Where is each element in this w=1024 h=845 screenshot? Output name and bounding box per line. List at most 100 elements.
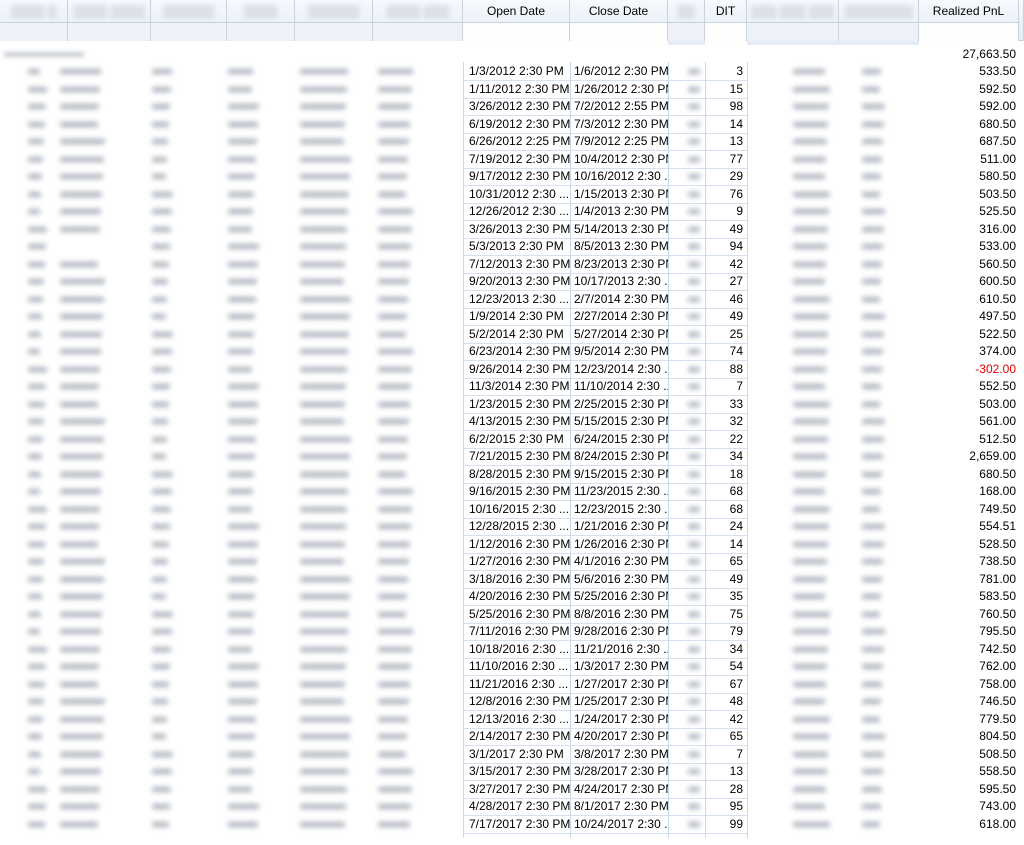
close-date-cell[interactable]: 4/1/2016 2:30 PM bbox=[571, 553, 668, 571]
realized-pnl-cell[interactable]: 316.00 bbox=[920, 221, 1017, 239]
close-date-cell[interactable]: 2/27/2014 2:30 PM bbox=[571, 308, 668, 326]
close-date-cell[interactable]: 9/5/2014 2:30 PM bbox=[571, 343, 668, 361]
close-date-cell[interactable]: 5/27/2014 2:30 PM bbox=[571, 326, 668, 344]
open-date-cell[interactable]: 9/20/2013 2:30 PM bbox=[464, 273, 570, 291]
column-header-dit[interactable]: DIT bbox=[705, 0, 747, 41]
dit-cell[interactable]: 27 bbox=[706, 273, 747, 291]
close-date-cell[interactable]: 10/4/2012 2:30 PM bbox=[571, 151, 668, 169]
filter-cell[interactable] bbox=[227, 22, 294, 41]
dit-cell[interactable]: 49 bbox=[706, 221, 747, 239]
open-date-cell[interactable]: 1/12/2016 2:30 PM bbox=[464, 536, 570, 554]
realized-pnl-cell[interactable]: 592.00 bbox=[920, 98, 1017, 116]
realized-pnl-cell[interactable]: 503.00 bbox=[920, 396, 1017, 414]
realized-pnl-cell[interactable]: 533.00 bbox=[920, 238, 1017, 256]
open-date-cell[interactable]: 1/9/2014 2:30 PM bbox=[464, 308, 570, 326]
open-date-cell[interactable]: 4/13/2015 2:30 PM bbox=[464, 413, 570, 431]
dit-cell[interactable]: 95 bbox=[706, 798, 747, 816]
column-header-open-date[interactable]: Open Date bbox=[463, 0, 570, 41]
filter-cell[interactable] bbox=[373, 22, 462, 41]
dit-cell[interactable]: 68 bbox=[706, 501, 747, 519]
open-date-cell[interactable]: 2/14/2017 2:30 PM bbox=[464, 728, 570, 746]
open-date-cell[interactable]: 12/23/2013 2:30 ... bbox=[464, 291, 570, 309]
open-date-cell[interactable]: 9/17/2012 2:30 PM bbox=[464, 168, 570, 186]
close-date-cell[interactable]: 11/10/2014 2:30 ... bbox=[571, 378, 668, 396]
dit-cell[interactable]: 34 bbox=[706, 641, 747, 659]
open-date-cell[interactable]: 6/26/2012 2:25 PM bbox=[464, 133, 570, 151]
dit-cell[interactable]: 99 bbox=[706, 816, 747, 834]
open-date-cell[interactable]: 7/11/2016 2:30 PM bbox=[464, 623, 570, 641]
table-row[interactable]: 10/16/2015 2:30 ... 12/23/2015 2:30 ... 68… bbox=[0, 501, 1024, 519]
realized-pnl-cell[interactable]: 552.50 bbox=[920, 378, 1017, 396]
realized-pnl-cell[interactable]: 533.50 bbox=[920, 63, 1017, 81]
close-date-cell[interactable]: 7/3/2012 2:30 PM bbox=[571, 116, 668, 134]
close-date-cell[interactable]: 1/24/2017 2:30 PM bbox=[571, 711, 668, 729]
column-header-max-risk[interactable]: ░░░ ░░░ ░░░ bbox=[747, 0, 839, 41]
table-row[interactable]: 1/11/2012 2:30 PM 1/26/2012 2:30 PM 15 592.… bbox=[0, 81, 1024, 99]
dit-cell[interactable]: 7 bbox=[706, 378, 747, 396]
filter-cell[interactable] bbox=[295, 22, 372, 41]
close-date-cell[interactable]: 1/21/2016 2:30 PM bbox=[571, 518, 668, 536]
table-row[interactable]: 3/1/2017 2:30 PM 3/8/2017 2:30 PM 7 508.50 bbox=[0, 746, 1024, 764]
close-date-cell[interactable]: 11/21/2016 2:30 ... bbox=[571, 641, 668, 659]
filter-cell[interactable] bbox=[668, 22, 704, 41]
realized-pnl-cell[interactable]: 746.50 bbox=[920, 693, 1017, 711]
table-row[interactable]: 3/26/2012 2:30 PM 7/2/2012 2:55 PM 98 592.0… bbox=[0, 98, 1024, 116]
realized-pnl-cell[interactable]: 742.50 bbox=[920, 641, 1017, 659]
dit-cell[interactable]: 3 bbox=[706, 63, 747, 81]
table-row[interactable]: 1/3/2012 2:30 PM 1/6/2012 2:30 PM 3 533.50 bbox=[0, 63, 1024, 81]
realized-pnl-cell[interactable]: 560.50 bbox=[920, 256, 1017, 274]
filter-cell[interactable] bbox=[747, 22, 838, 41]
realized-pnl-cell[interactable]: 595.50 bbox=[920, 781, 1017, 799]
close-date-cell[interactable]: 1/26/2016 2:30 PM bbox=[571, 536, 668, 554]
dit-cell[interactable]: 46 bbox=[706, 291, 747, 309]
open-date-cell[interactable]: 3/18/2016 2:30 PM bbox=[464, 571, 570, 589]
realized-pnl-cell[interactable]: 168.00 bbox=[920, 483, 1017, 501]
table-row[interactable]: 7/19/2012 2:30 PM 10/4/2012 2:30 PM 77 511.… bbox=[0, 151, 1024, 169]
dit-cell[interactable]: 75 bbox=[706, 606, 747, 624]
table-row[interactable]: 4/13/2015 2:30 PM 5/15/2015 2:30 PM 32 561.… bbox=[0, 413, 1024, 431]
realized-pnl-cell[interactable]: 580.50 bbox=[920, 168, 1017, 186]
table-row[interactable]: 7/17/2017 2:30 PM 10/24/2017 2:30 ... 99 61… bbox=[0, 816, 1024, 834]
open-date-cell[interactable]: 9/16/2015 2:30 PM bbox=[464, 483, 570, 501]
table-row[interactable]: 5/2/2014 2:30 PM 5/27/2014 2:30 PM 25 522.5… bbox=[0, 326, 1024, 344]
dit-cell[interactable]: 29 bbox=[706, 168, 747, 186]
column-header-commissions[interactable]: ░░░░░░░░ bbox=[839, 0, 919, 41]
open-date-cell[interactable]: 4/28/2017 2:30 PM bbox=[464, 798, 570, 816]
dit-cell[interactable]: 74 bbox=[706, 343, 747, 361]
table-row[interactable]: 6/2/2015 2:30 PM 6/24/2015 2:30 PM 22 512.5… bbox=[0, 431, 1024, 449]
realized-pnl-cell[interactable]: 497.50 bbox=[920, 308, 1017, 326]
close-date-cell[interactable]: 6/24/2015 2:30 PM bbox=[571, 431, 668, 449]
table-row[interactable]: 11/21/2016 2:30 ... 1/27/2017 2:30 PM 67 75… bbox=[0, 676, 1024, 694]
realized-pnl-cell[interactable]: 762.00 bbox=[920, 658, 1017, 676]
close-date-cell[interactable]: 4/24/2017 2:30 PM bbox=[571, 781, 668, 799]
dit-cell[interactable]: 65 bbox=[706, 553, 747, 571]
table-row[interactable]: 1/12/2016 2:30 PM 1/26/2016 2:30 PM 14 528.… bbox=[0, 536, 1024, 554]
realized-pnl-cell[interactable]: 781.00 bbox=[920, 571, 1017, 589]
close-date-cell[interactable]: 4/20/2017 2:30 PM bbox=[571, 728, 668, 746]
open-date-cell[interactable]: 5/3/2013 2:30 PM bbox=[464, 238, 570, 256]
realized-pnl-cell[interactable]: 779.50 bbox=[920, 711, 1017, 729]
realized-pnl-cell[interactable]: 680.50 bbox=[920, 466, 1017, 484]
open-date-cell[interactable]: 10/18/2016 2:30 ... bbox=[464, 641, 570, 659]
dit-cell[interactable]: 42 bbox=[706, 256, 747, 274]
close-date-cell[interactable]: 1/26/2012 2:30 PM bbox=[571, 81, 668, 99]
close-date-cell[interactable]: 10/16/2012 2:30 ... bbox=[571, 168, 668, 186]
close-date-cell[interactable]: 9/28/2016 2:30 PM bbox=[571, 623, 668, 641]
close-date-cell[interactable]: 1/15/2013 2:30 PM bbox=[571, 186, 668, 204]
open-date-cell[interactable]: 1/11/2012 2:30 PM bbox=[464, 81, 570, 99]
open-date-cell[interactable]: 5/2/2014 2:30 PM bbox=[464, 326, 570, 344]
table-row[interactable]: 11/10/2016 2:30 ... 1/3/2017 2:30 PM 54 762… bbox=[0, 658, 1024, 676]
dit-cell[interactable]: 34 bbox=[706, 448, 747, 466]
open-date-filter-cell[interactable] bbox=[463, 22, 569, 41]
column-header-close-date[interactable]: Close Date bbox=[570, 0, 668, 41]
dit-cell[interactable]: 49 bbox=[706, 571, 747, 589]
realized-pnl-cell[interactable]: 687.50 bbox=[920, 133, 1017, 151]
close-date-cell[interactable]: 9/15/2015 2:30 PM bbox=[571, 466, 668, 484]
dit-cell[interactable]: 25 bbox=[706, 326, 747, 344]
realized-pnl-cell[interactable]: 738.50 bbox=[920, 553, 1017, 571]
dit-cell[interactable]: 77 bbox=[706, 151, 747, 169]
close-date-cell[interactable]: 1/3/2017 2:30 PM bbox=[571, 658, 668, 676]
table-row[interactable]: 1/23/2015 2:30 PM 2/25/2015 2:30 PM 33 503.… bbox=[0, 396, 1024, 414]
close-date-cell[interactable]: 1/4/2013 2:30 PM bbox=[571, 203, 668, 221]
table-row[interactable]: 10/18/2016 2:30 ... 11/21/2016 2:30 ... 34… bbox=[0, 641, 1024, 659]
